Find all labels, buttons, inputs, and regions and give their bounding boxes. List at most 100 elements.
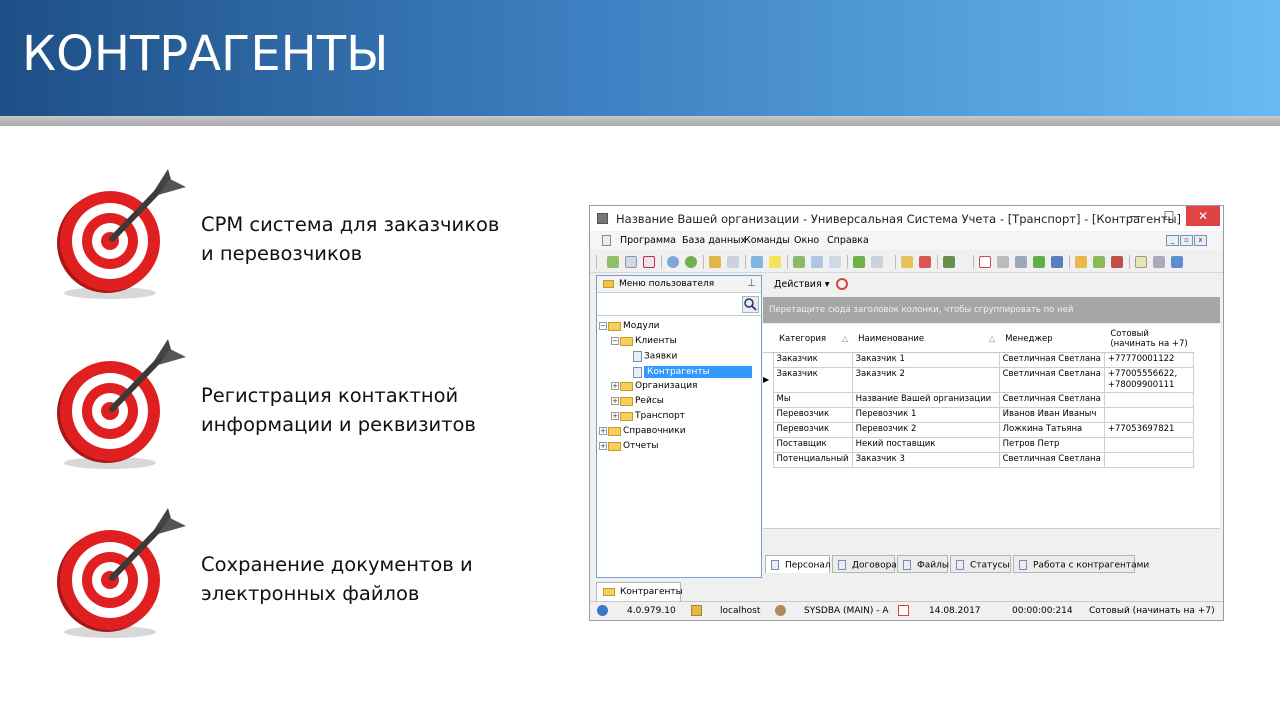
cell-category[interactable]: Поставщик [772,436,853,453]
lock-icon[interactable] [1075,256,1087,268]
expand-icon[interactable]: + [611,397,619,405]
cell-phone[interactable] [1103,451,1195,468]
cell-name[interactable]: Перевозчик 1 [851,406,1000,423]
users-icon[interactable] [1051,256,1063,268]
report-icon[interactable] [943,256,955,268]
tree-item-requests[interactable]: Заявки [633,351,677,365]
column-header-manager[interactable]: Менеджер [999,326,1105,353]
document-tab-counterparties[interactable]: Контрагенты [596,582,683,601]
disconnect-icon[interactable] [1111,256,1123,268]
column-header-name[interactable]: Наименование △ [852,326,1000,353]
tree-item-reports[interactable]: + Отчеты [599,441,659,455]
mdi-restore-icon[interactable]: ▫ [1180,235,1193,246]
expand-icon[interactable]: + [599,427,607,435]
cell-manager[interactable]: Петров Петр [998,436,1105,453]
cell-manager[interactable]: Светличная Светлана [998,391,1105,408]
tab-counterparty-work[interactable]: Работа с контрагентами [1013,555,1149,573]
expand-icon[interactable]: + [599,442,607,450]
actions-dropdown[interactable]: Действия ▾ [774,279,829,290]
table-icon[interactable] [1135,256,1147,268]
forward-icon[interactable] [1171,256,1183,268]
cell-name[interactable]: Заказчик 3 [851,451,1000,468]
cell-name[interactable]: Некий поставщик [851,436,1000,453]
cell-phone[interactable] [1103,436,1195,453]
cell-category[interactable]: Потенциальный [772,451,853,468]
cell-category[interactable]: Перевозчик [772,421,853,438]
column-header-category[interactable]: Категория △ [773,326,853,353]
tree-item-organization[interactable]: + Организация [611,381,697,395]
cell-category[interactable]: Заказчик [772,366,853,393]
group-by-panel[interactable]: Перетащите сюда заголовок колонки, чтобы… [763,297,1220,323]
table-row[interactable]: Перевозчик Перевозчик 2 Ложкина Татьяна +77… [763,421,1195,438]
table-row[interactable]: ▶ Заказчик Заказчик 2 Светличная Светлана +7… [763,366,1195,393]
expand-icon[interactable]: + [611,412,619,420]
cell-phone[interactable] [1103,406,1195,423]
tab-files[interactable]: Файлы [897,555,949,573]
refresh-icon[interactable] [685,256,697,268]
cell-manager[interactable]: Светличная Светлана [998,366,1105,393]
menu-program[interactable]: Программа [620,235,676,246]
check-icon[interactable] [1033,256,1045,268]
tree-item-transport[interactable]: + Транспорт [611,411,685,425]
open-form-icon[interactable] [901,256,913,268]
search-icon[interactable] [667,256,679,268]
note-icon[interactable] [769,256,781,268]
first-record-icon[interactable] [793,256,805,268]
mdi-minimize-icon[interactable]: _ [1166,235,1179,246]
search-icon[interactable] [742,296,759,313]
menu-search-row[interactable] [597,294,761,316]
tab-statuses[interactable]: Статусы [950,555,1011,573]
cell-name[interactable]: Заказчик 2 [851,366,1000,393]
cell-name[interactable]: Название Вашей организации [851,391,1000,408]
expand-icon[interactable]: + [611,382,619,390]
tree-item-counterparties[interactable]: Контрагенты [633,366,752,380]
cell-manager[interactable]: Ложкина Татьяна [998,421,1105,438]
menu-window[interactable]: Окно [794,235,819,246]
table-row[interactable]: Потенциальный Заказчик 3 Светличная Светла… [763,451,1195,468]
cell-name[interactable]: Перевозчик 2 [851,421,1000,438]
collapse-icon[interactable]: − [599,322,607,330]
cell-phone[interactable] [1103,391,1195,408]
tree-item-clients[interactable]: − Клиенты [611,336,677,350]
cell-name[interactable]: Заказчик 1 [851,351,1000,368]
print-icon[interactable] [1153,256,1165,268]
column-header-phone[interactable]: Сотовый (начинать на +7) [1104,326,1194,353]
pin-icon[interactable]: ⊥ [747,278,756,289]
settings-icon[interactable] [1015,256,1027,268]
minimize-button[interactable]: — [1118,206,1152,226]
table-row[interactable]: Заказчик Заказчик 1 Светличная Светлана +77… [763,351,1195,368]
tree-item-references[interactable]: + Справочники [599,426,686,440]
mdi-close-icon[interactable]: x [1194,235,1207,246]
cell-manager[interactable]: Светличная Светлана [998,451,1105,468]
calendar-icon[interactable] [979,256,991,268]
import-icon[interactable] [871,256,883,268]
tree-item-modules[interactable]: − Модули [599,321,659,335]
cell-phone[interactable]: +77053697821 [1103,421,1195,438]
maximize-button[interactable]: ☐ [1152,206,1186,226]
new-record-icon[interactable] [607,256,619,268]
menu-database[interactable]: База данных [682,235,746,246]
table-row[interactable]: Поставщик Некий поставщик Петров Петр [763,436,1195,453]
collapse-icon[interactable] [829,256,841,268]
cell-category[interactable]: Мы [772,391,853,408]
window-titlebar[interactable]: Название Вашей организации - Универсальн… [590,206,1223,231]
tools-icon[interactable] [997,256,1009,268]
refresh-icon[interactable] [836,278,848,290]
menu-help[interactable]: Справка [827,235,869,246]
cell-phone[interactable]: +77005556622, +78009900111 [1103,366,1195,393]
filter-clear-icon[interactable] [727,256,739,268]
delete-icon[interactable] [643,256,655,268]
cell-phone[interactable]: +77770001122 [1103,351,1195,368]
cell-manager[interactable]: Иванов Иван Иваныч [998,406,1105,423]
collapse-icon[interactable]: − [611,337,619,345]
tab-contracts[interactable]: Договора [832,555,897,573]
cell-category[interactable]: Перевозчик [772,406,853,423]
tab-personnel[interactable]: Персонал [765,555,831,573]
close-form-icon[interactable] [919,256,931,268]
close-button[interactable]: ✕ [1186,206,1220,226]
table-row[interactable]: Перевозчик Перевозчик 1 Иванов Иван Иваныч [763,406,1195,423]
attach-icon[interactable] [751,256,763,268]
tree-item-trips[interactable]: + Рейсы [611,396,664,410]
filter-icon[interactable] [709,256,721,268]
copy-icon[interactable] [625,256,637,268]
